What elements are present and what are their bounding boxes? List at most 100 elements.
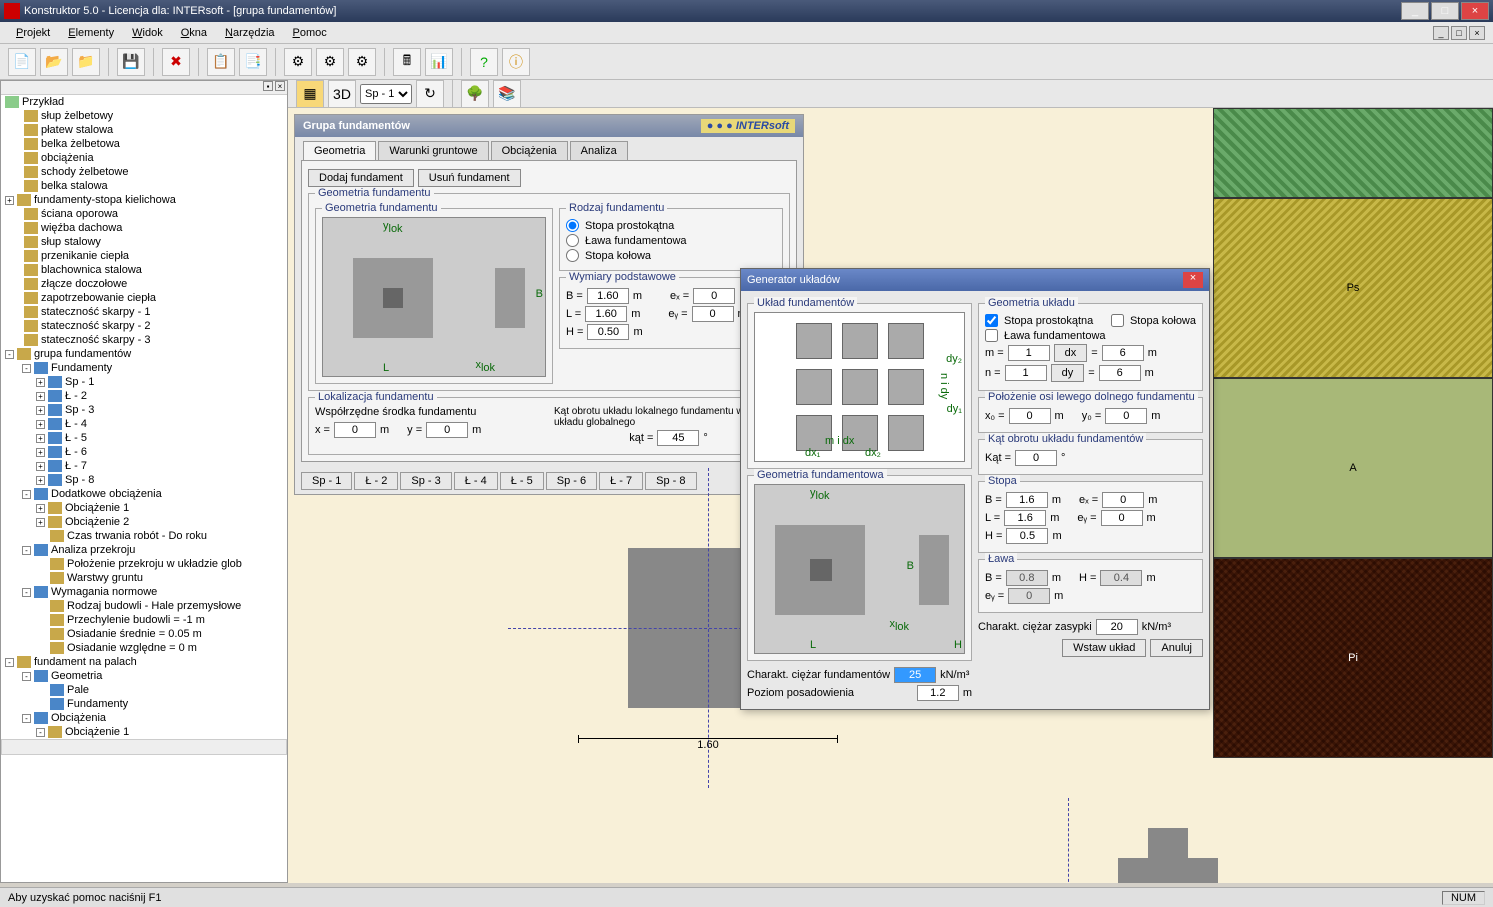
insert-layout-button[interactable]: Wstaw układ [1062,639,1146,657]
tree-item[interactable]: -Wymagania normowe [1,585,287,599]
tree-item[interactable]: +Sp - 1 [1,375,287,389]
input-H[interactable] [587,324,629,340]
menu-pomoc[interactable]: Pomoc [285,25,335,41]
tree-pin-icon[interactable]: ▪ [263,81,273,91]
project-tree[interactable]: ▪× Przykład słup żelbetowy płatew stalow… [0,80,288,883]
tree-item[interactable]: +fundamenty-stopa kielichowa [1,193,287,207]
input-m[interactable] [1008,345,1050,361]
tree-item[interactable]: -Dodatkowe obciążenia [1,487,287,501]
gear2-icon[interactable]: ⚙ [316,48,344,76]
refresh-icon[interactable]: ↻ [416,80,444,108]
sp-select[interactable]: Sp - 1 [360,84,412,104]
radio-stopa-p[interactable] [566,219,579,232]
input-poziom[interactable] [917,685,959,701]
view3d-icon[interactable]: 3D [328,80,356,108]
tree-item[interactable]: przenikanie ciepła [1,249,287,263]
tree-item[interactable]: obciążenia [1,151,287,165]
add-foundation-button[interactable]: Dodaj fundament [308,169,414,187]
mdi-close[interactable]: × [1469,26,1485,40]
radio-lawa[interactable] [566,234,579,247]
help-icon[interactable]: ? [470,48,498,76]
tab-obciazenia[interactable]: Obciążenia [491,141,568,160]
ftab[interactable]: Sp - 6 [546,472,597,490]
tree-root[interactable]: Przykład [1,95,287,109]
tree-item[interactable]: +Ł - 5 [1,431,287,445]
tree-item[interactable]: +Sp - 3 [1,403,287,417]
maximize-button[interactable]: □ [1431,2,1459,20]
tree-item[interactable]: Osiadanie względne = 0 m [1,641,287,655]
doc1-icon[interactable]: 📋 [207,48,235,76]
tree-item[interactable]: schody żelbetowe [1,165,287,179]
menu-widok[interactable]: Widok [124,25,171,41]
tree-item[interactable]: Pale [1,683,287,697]
ftab[interactable]: Ł - 2 [354,472,398,490]
view2d-icon[interactable]: ▦ [296,80,324,108]
layer2-icon[interactable]: 📚 [493,80,521,108]
gear1-icon[interactable]: ⚙ [284,48,312,76]
input-dH[interactable] [1006,528,1048,544]
tree-item[interactable]: belka żelbetowa [1,137,287,151]
tab-geometria[interactable]: Geometria [303,141,376,160]
input-ey[interactable] [692,306,734,322]
tree-item[interactable]: Fundamenty [1,697,287,711]
save-icon[interactable]: 💾 [117,48,145,76]
ftab[interactable]: Ł - 4 [454,472,498,490]
tree-item[interactable]: +Ł - 2 [1,389,287,403]
input-ciezar-z[interactable] [1096,619,1138,635]
input-dy[interactable] [1099,365,1141,381]
tree-item[interactable]: stateczność skarpy - 3 [1,333,287,347]
tree-item[interactable]: +Sp - 8 [1,473,287,487]
input-dB[interactable] [1006,492,1048,508]
tree-item[interactable]: -Analiza przekroju [1,543,287,557]
tree-item[interactable]: -Obciążenie 1 [1,725,287,739]
chk-stopa-k[interactable] [1111,314,1124,327]
remove-foundation-button[interactable]: Usuń fundament [418,169,521,187]
tree-item[interactable]: blachownica stalowa [1,263,287,277]
tree-item[interactable]: słup żelbetowy [1,109,287,123]
menu-narzedzia[interactable]: Narzędzia [217,25,283,41]
chk-stopa-p[interactable] [985,314,998,327]
menu-projekt[interactable]: Projekt [8,25,58,41]
gear3-icon[interactable]: ⚙ [348,48,376,76]
input-dey[interactable] [1101,510,1143,526]
tree-item[interactable]: ściana oporowa [1,207,287,221]
input-dkat[interactable] [1015,450,1057,466]
input-xo[interactable] [1009,408,1051,424]
input-dL[interactable] [1004,510,1046,526]
tree-item[interactable]: Czas trwania robót - Do roku [1,529,287,543]
open-icon[interactable]: 📂 [40,48,68,76]
ftab[interactable]: Sp - 8 [645,472,696,490]
menu-elementy[interactable]: Elementy [60,25,122,41]
report-icon[interactable]: 📊 [425,48,453,76]
tab-analiza[interactable]: Analiza [570,141,628,160]
input-ciezar-f[interactable] [894,667,936,683]
tree-item[interactable]: słup stalowy [1,235,287,249]
tree-item[interactable]: -Obciążenia [1,711,287,725]
input-kat[interactable] [657,430,699,446]
tree-item[interactable]: Rodzaj budowli - Hale przemysłowe [1,599,287,613]
tree-item[interactable]: Osiadanie średnie = 0.05 m [1,627,287,641]
ftab[interactable]: Sp - 1 [301,472,352,490]
tree-item[interactable]: +Ł - 6 [1,445,287,459]
dialog-close-button[interactable]: × [1183,272,1203,288]
input-x[interactable] [334,422,376,438]
ftab[interactable]: Ł - 5 [500,472,544,490]
input-B[interactable] [587,288,629,304]
chk-lawa[interactable] [985,329,998,342]
tree-item[interactable]: Przechylenie budowli = -1 m [1,613,287,627]
tree-item[interactable]: stateczność skarpy - 1 [1,305,287,319]
tree-item[interactable]: stateczność skarpy - 2 [1,319,287,333]
tab-warunki[interactable]: Warunki gruntowe [378,141,488,160]
layer1-icon[interactable]: 🌳 [461,80,489,108]
mdi-restore[interactable]: □ [1451,26,1467,40]
tree-item[interactable]: złącze doczołowe [1,277,287,291]
input-y[interactable] [426,422,468,438]
folder-icon[interactable]: 📁 [72,48,100,76]
cancel-button[interactable]: Anuluj [1150,639,1203,657]
tree-close-icon[interactable]: × [275,81,285,91]
dx-button[interactable]: dx [1054,344,1088,362]
input-yo[interactable] [1105,408,1147,424]
tree-item[interactable]: Warstwy gruntu [1,571,287,585]
info-icon[interactable]: ⓘ [502,48,530,76]
ftab[interactable]: Ł - 7 [599,472,643,490]
